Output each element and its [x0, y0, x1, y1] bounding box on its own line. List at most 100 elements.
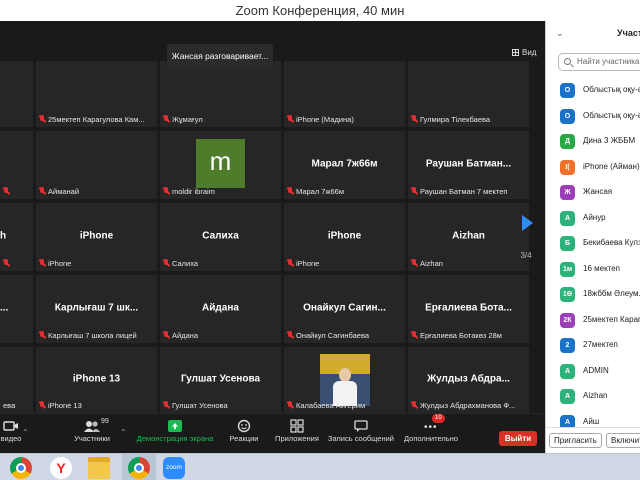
- mic-muted-icon: [163, 187, 169, 195]
- os-taskbar: Y zoom: [0, 453, 640, 480]
- participant-name: iPhone: [287, 259, 403, 268]
- video-tile[interactable]: h: [0, 203, 33, 271]
- mic-muted-icon: [39, 331, 45, 339]
- active-speaker-banner: Жансая разговаривает...: [167, 44, 273, 68]
- video-button[interactable]: видео: [0, 414, 22, 454]
- participant-row[interactable]: Д Дина 3 ЖББМ: [546, 129, 640, 155]
- video-tile[interactable]: [0, 61, 33, 127]
- reactions-button[interactable]: Реакции: [224, 414, 264, 454]
- mic-muted-icon: [39, 115, 45, 123]
- participant-display-name: Ерғалиева Бота...: [425, 302, 512, 314]
- apps-button[interactable]: Приложения: [272, 414, 322, 454]
- participant-row[interactable]: A Aizhan: [546, 384, 640, 410]
- search-input[interactable]: Найти участника: [558, 53, 640, 71]
- video-grid: 25мектеп Карагулова Кам... Жұмағул iPhon…: [0, 21, 545, 413]
- video-tile[interactable]: m moldir ibraim: [160, 131, 281, 199]
- participant-row[interactable]: 2 27мектеп: [546, 333, 640, 359]
- mic-muted-icon: [287, 115, 293, 123]
- video-tile[interactable]: Жұмағул: [160, 61, 281, 127]
- mic-muted-icon: [39, 401, 45, 409]
- mic-muted-icon: [287, 331, 293, 339]
- participant-display-name: h: [0, 230, 7, 242]
- search-icon: [564, 58, 571, 65]
- next-page-button[interactable]: [509, 211, 543, 251]
- video-tile[interactable]: Калабаева Айгерим: [284, 347, 405, 413]
- folder-icon[interactable]: [88, 457, 110, 479]
- participant-name: Карлығаш 7 школа лицей: [39, 331, 155, 340]
- video-tile[interactable]: ...: [0, 275, 33, 343]
- video-tile[interactable]: Салиха Салиха: [160, 203, 281, 271]
- chrome-icon[interactable]: [10, 457, 32, 479]
- video-tile[interactable]: 25мектеп Карагулова Кам...: [36, 61, 157, 127]
- participant-video: [320, 354, 370, 406]
- video-tile[interactable]: Карлығаш 7 шк... Карлығаш 7 школа лицей: [36, 275, 157, 343]
- participant-name: Онайкул Сагинбаева: [287, 331, 403, 340]
- participant-row[interactable]: А Айнур: [546, 206, 640, 232]
- mic-muted-icon: [39, 187, 45, 195]
- video-options-chevron-icon[interactable]: ⌃: [22, 428, 29, 437]
- grid-view-icon: [512, 49, 519, 56]
- avatar: m: [196, 139, 245, 188]
- view-button[interactable]: Вид: [512, 48, 536, 57]
- chevron-down-icon[interactable]: ⌄: [556, 28, 564, 39]
- video-tile[interactable]: iPhone iPhone: [284, 203, 405, 271]
- video-tile[interactable]: Онайкул Сагин... Онайкул Сагинбаева: [284, 275, 405, 343]
- video-tile[interactable]: Жулдыз Абдра... Жулдыз Абдрахманова Ф...: [408, 347, 529, 413]
- smile-icon: [237, 419, 251, 433]
- video-tile[interactable]: iPhone (Мадина): [284, 61, 405, 127]
- avatar: Б: [560, 236, 575, 251]
- video-tile[interactable]: Марал 7ж66м Марал 7ж66м: [284, 131, 405, 199]
- chat-button[interactable]: Запись сообщений: [328, 414, 394, 454]
- participant-row[interactable]: 2К25мектеп Караг...: [546, 308, 640, 334]
- unmute-all-button[interactable]: Включить: [606, 433, 640, 448]
- participant-display-name: Салиха: [202, 230, 239, 242]
- participant-name: Марал 7ж66м: [287, 187, 403, 196]
- leave-button[interactable]: Выйти: [499, 431, 537, 446]
- video-tile[interactable]: iPhone iPhone: [36, 203, 157, 271]
- participant-display-name: Онайкул Сагин...: [303, 302, 386, 314]
- participant-row[interactable]: 1м 16 мектеп: [546, 257, 640, 283]
- participant-name: Жулдыз Абдрахманова Ф...: [411, 401, 527, 410]
- participant-list: ООблыстық оқу-ә... ООблыстық оқу-ә... ДД…: [546, 78, 640, 435]
- participant-row[interactable]: A ADMIN: [546, 359, 640, 385]
- page-indicator: 3/4: [520, 251, 532, 260]
- video-tile[interactable]: iPhone 13 iPhone 13: [36, 347, 157, 413]
- video-tile[interactable]: Айдана Айдана: [160, 275, 281, 343]
- video-tile[interactable]: ева: [0, 347, 33, 413]
- yandex-icon[interactable]: Y: [50, 457, 72, 479]
- participants-panel: ⌄ Участники Найти участника ООблыстық оқ…: [545, 21, 640, 453]
- chrome-icon[interactable]: [128, 457, 150, 479]
- video-tile[interactable]: [0, 131, 33, 199]
- share-screen-button[interactable]: Демонстрация экрана: [134, 414, 216, 454]
- participant-row[interactable]: I(iPhone (Айман): [546, 155, 640, 181]
- participant-row[interactable]: ООблыстық оқу-ә...: [546, 104, 640, 130]
- participant-row[interactable]: Ж Жансая: [546, 180, 640, 206]
- video-tile[interactable]: Раушан Батман... Раушан Батман 7 мектеп: [408, 131, 529, 199]
- participants-button[interactable]: 99 Участники: [71, 414, 113, 454]
- zoom-icon[interactable]: zoom: [163, 457, 185, 479]
- participant-name: iPhone (Мадина): [287, 115, 403, 124]
- participant-name: Айдана: [163, 331, 279, 340]
- mic-muted-icon: [411, 259, 417, 267]
- participant-name: 25мектеп Карагулова Кам...: [39, 115, 155, 124]
- participant-row[interactable]: ББекибаева Кулз...: [546, 231, 640, 257]
- mic-muted-icon: [411, 187, 417, 195]
- participant-name: Гулшат Усенова: [163, 401, 279, 410]
- panel-header: ⌄ Участники: [546, 21, 640, 47]
- participant-row[interactable]: ООблыстық оқу-ә...: [546, 78, 640, 104]
- video-tile[interactable]: Ерғалиева Бота... Ерғалиева Ботакөз 28м: [408, 275, 529, 343]
- avatar: О: [560, 83, 575, 98]
- avatar: A: [560, 389, 575, 404]
- more-button[interactable]: ••• 10 Дополнительно: [402, 414, 460, 454]
- participant-name: Ерғалиева Ботакөз 28м: [411, 331, 527, 340]
- participants-options-chevron-icon[interactable]: ⌃: [120, 428, 127, 437]
- participant-name: Aizhan: [411, 259, 527, 268]
- video-tile[interactable]: Гулмира Тілекбаева: [408, 61, 529, 127]
- video-tile[interactable]: Гулшат Усенова Гулшат Усенова: [160, 347, 281, 413]
- invite-button[interactable]: Пригласить: [549, 433, 602, 448]
- participant-row[interactable]: 1Ө 18жббм Әлеум...: [546, 282, 640, 308]
- participant-name: iPhone 13: [39, 401, 155, 410]
- participant-display-name: iPhone: [327, 230, 362, 242]
- video-tile[interactable]: Айманай: [36, 131, 157, 199]
- mic-muted-icon: [287, 187, 293, 195]
